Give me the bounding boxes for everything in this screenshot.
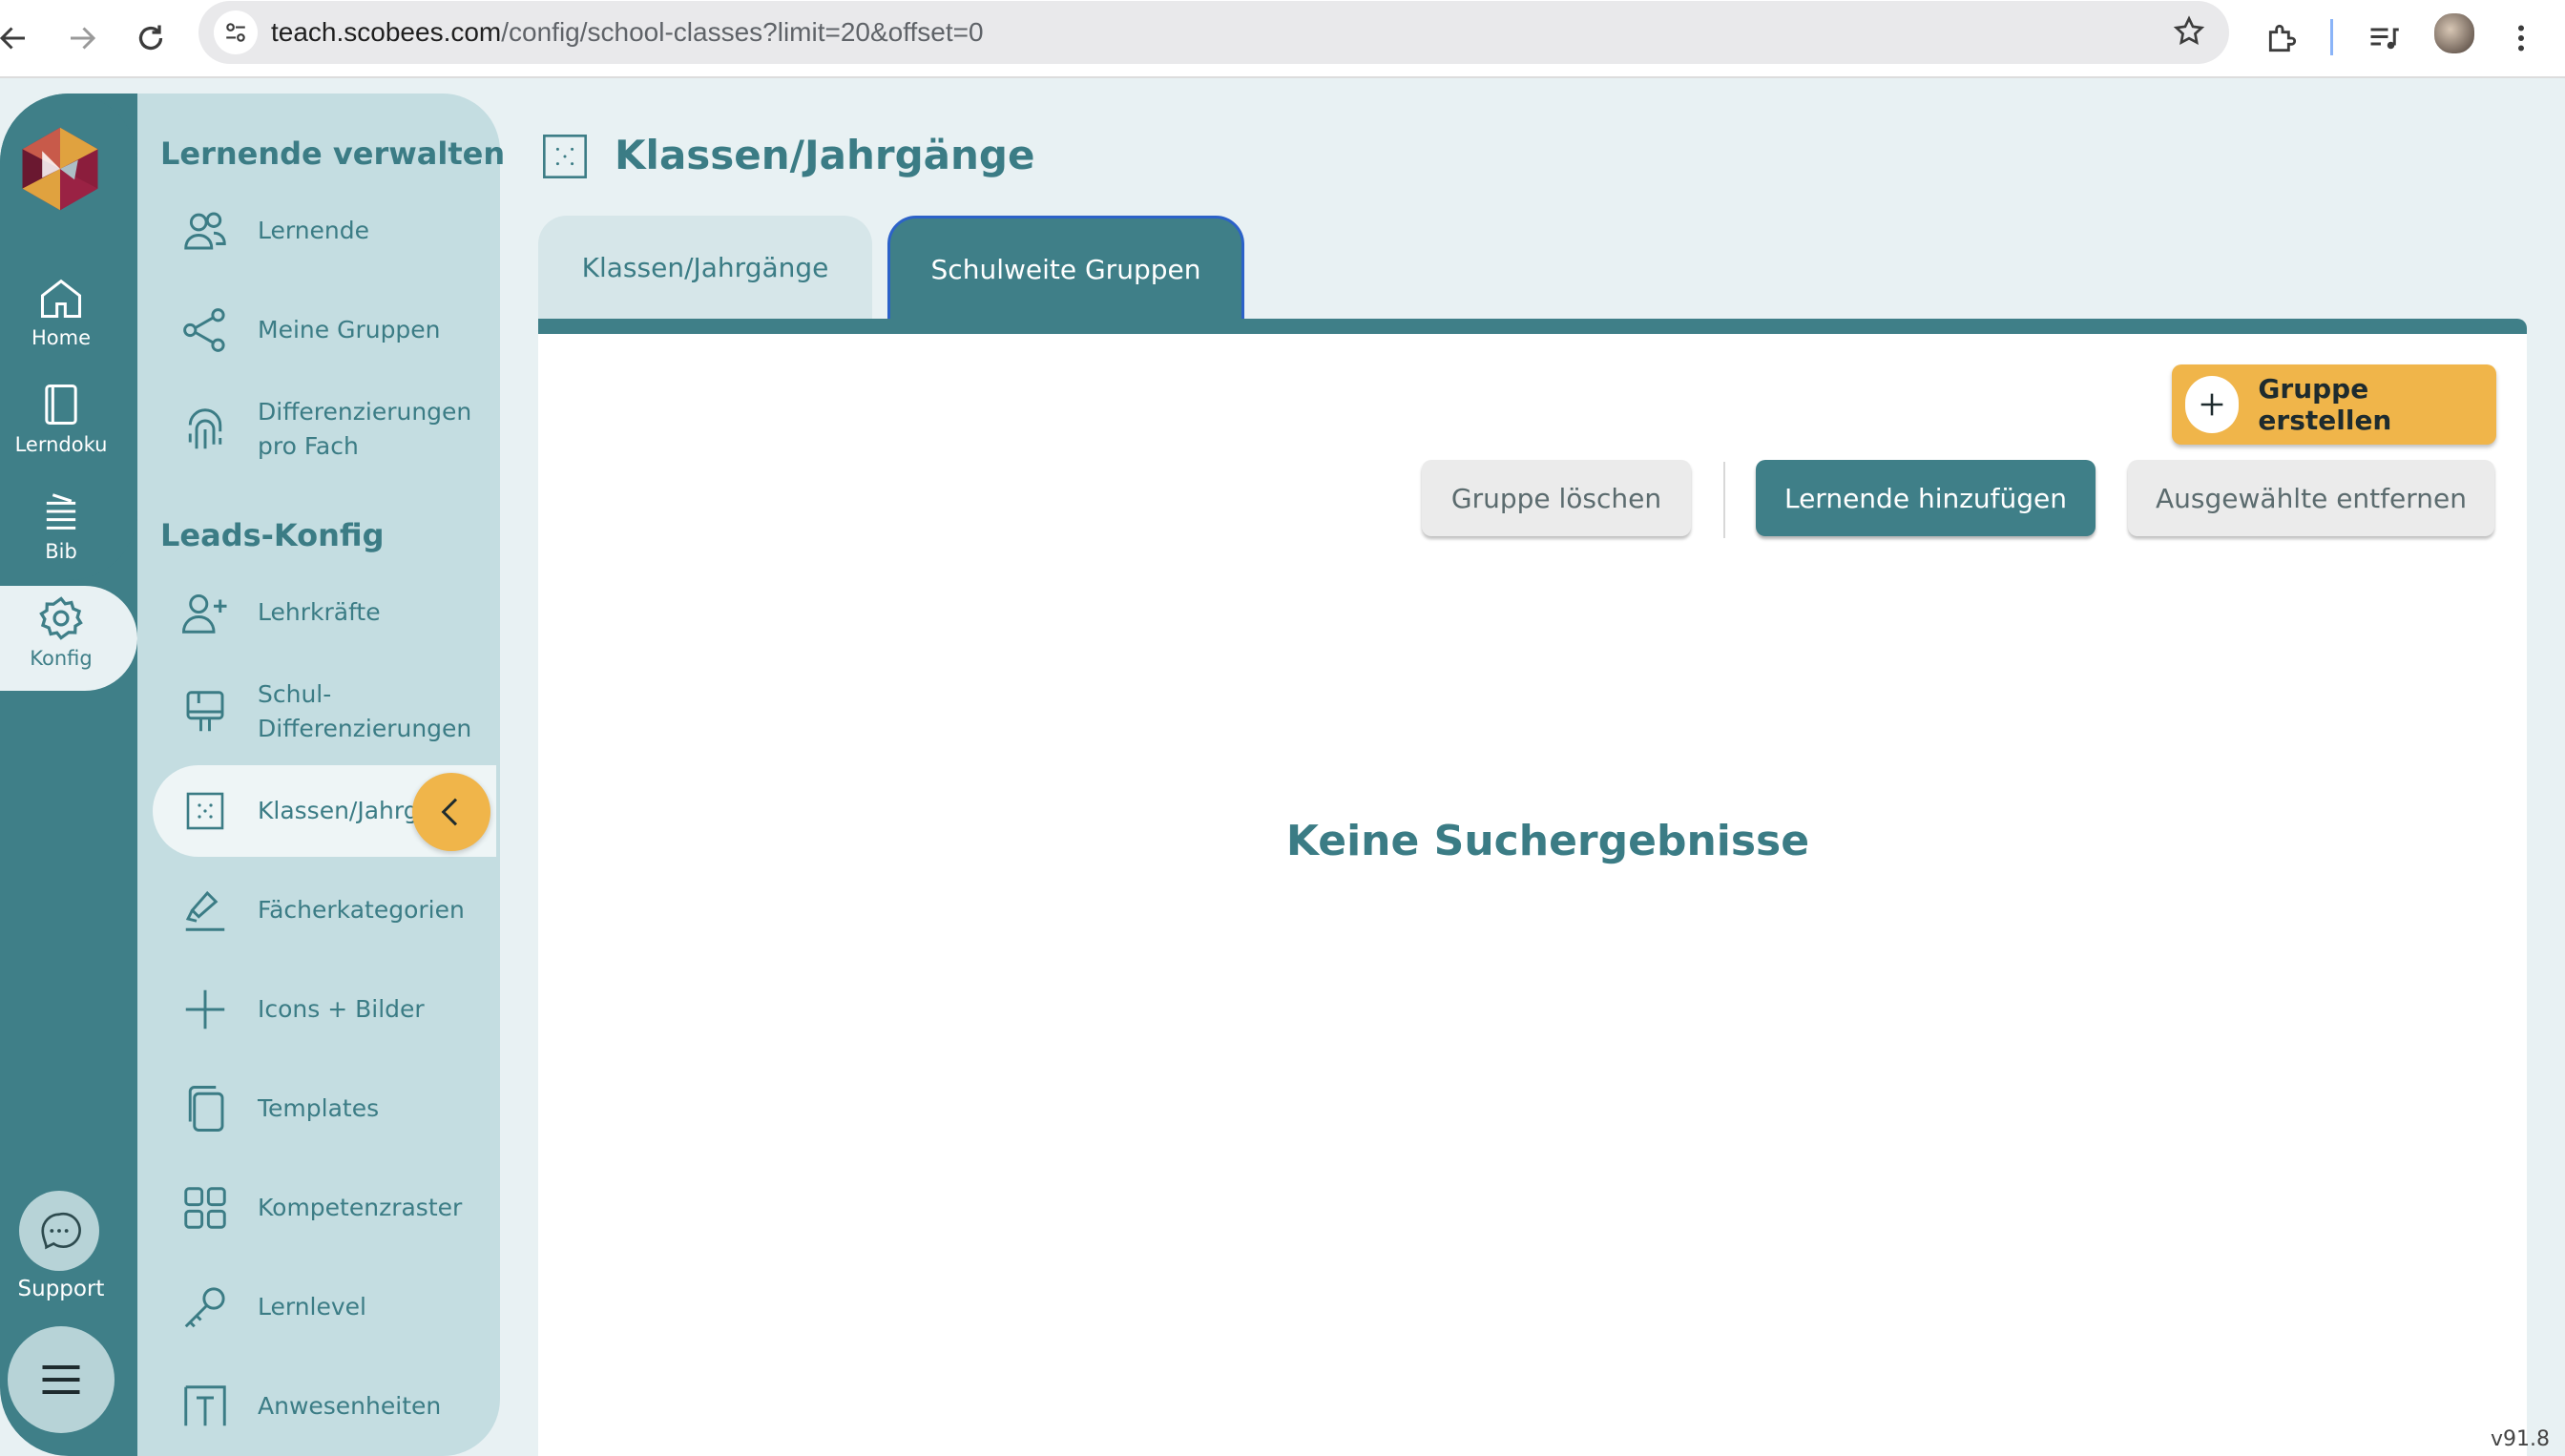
delete-group-button[interactable]: Gruppe löschen xyxy=(1422,460,1691,536)
puzzle-icon xyxy=(2268,24,2297,52)
version-label: v91.8 xyxy=(2491,1427,2551,1451)
sidebar-item-label: Meine Gruppen xyxy=(258,316,441,343)
home-icon xyxy=(40,279,82,319)
sidebar-item-lernende[interactable]: Lernende xyxy=(153,185,496,277)
collapse-sidebar-button[interactable] xyxy=(412,773,490,851)
rail-item-label: Home xyxy=(31,326,91,349)
sidebar-item-label: Lernlevel xyxy=(258,1293,367,1321)
sidebar-item-label: Fächerkategorien xyxy=(258,896,465,924)
book-icon xyxy=(45,384,77,426)
sidebar-item-lehrkraefte[interactable]: Lehrkräfte xyxy=(153,567,496,658)
rail-item-label: Konfig xyxy=(30,647,93,670)
dotted-square-icon xyxy=(186,792,224,830)
rail-item-label: Bib xyxy=(45,540,77,563)
chat-bubble-icon xyxy=(41,1212,81,1250)
sidebar-item-anwesenheiten[interactable]: Anwesenheiten xyxy=(153,1361,496,1452)
pen-icon xyxy=(185,890,225,931)
bookmark-button[interactable] xyxy=(2172,14,2206,49)
sidebar-item-schul-differenzierungen[interactable]: Schul- Differenzierungen xyxy=(153,666,496,758)
sidebar-item-label: Lehrkräfte xyxy=(258,598,381,626)
sidebar-item-label: Schul- Differenzierungen xyxy=(258,677,471,746)
sidebar-item-label: Icons + Bilder xyxy=(258,995,425,1023)
site-info-button[interactable] xyxy=(214,10,258,54)
plus-icon xyxy=(185,989,225,1030)
key-icon xyxy=(184,1287,225,1328)
rail-item-bib[interactable]: Bib xyxy=(0,487,122,563)
back-button[interactable] xyxy=(0,15,36,61)
empty-state-message: Keine Suchergebnisse xyxy=(1285,817,1810,865)
url-path: /config/school-classes?limit=20&offset=0 xyxy=(501,17,984,47)
share-icon xyxy=(183,308,225,352)
label-line: Differenzierungen xyxy=(258,715,472,742)
tab-schulweite-gruppen[interactable]: Schulweite Gruppen xyxy=(887,216,1244,322)
browser-toolbar: teach.scobees.com/config/school-classes?… xyxy=(0,0,2565,78)
section-title-lernende: Lernende verwalten xyxy=(160,135,506,172)
url-host: teach.scobees.com xyxy=(271,17,502,47)
rail-item-home[interactable]: Home xyxy=(0,273,122,349)
more-vertical-icon xyxy=(2518,25,2524,52)
create-group-button[interactable]: Gruppe erstellen xyxy=(2172,364,2496,445)
extensions-button[interactable] xyxy=(2260,15,2305,61)
sidebar-item-differenzierungen-pro-fach[interactable]: Differenzierungen pro Fach xyxy=(153,384,496,475)
reload-icon xyxy=(138,25,163,51)
label-line: Schul- xyxy=(258,680,332,708)
sidebar-item-label: Differenzierungen pro Fach xyxy=(258,395,471,464)
sidebar-item-faecherkategorien[interactable]: Fächerkategorien xyxy=(153,864,496,956)
tune-icon xyxy=(226,23,245,42)
toolbar-divider xyxy=(2330,19,2333,55)
door-icon xyxy=(184,1385,226,1426)
support-label: Support xyxy=(17,1277,105,1301)
sidebar-item-label: Templates xyxy=(258,1094,380,1122)
star-icon xyxy=(2173,15,2205,46)
section-title-leads-konfig: Leads-Konfig xyxy=(160,517,385,553)
fingerprint-icon xyxy=(188,408,222,449)
hamburger-icon xyxy=(42,1365,80,1394)
sidebar-item-kompetenzraster[interactable]: Kompetenzraster xyxy=(153,1162,496,1254)
page-title: Klassen/Jahrgänge xyxy=(615,132,1035,178)
label-line: pro Fach xyxy=(258,432,359,460)
sidebar-item-label: Kompetenzraster xyxy=(258,1194,463,1221)
sidebar-item-templates[interactable]: Templates xyxy=(153,1063,496,1154)
forward-button[interactable] xyxy=(59,15,105,61)
chevron-left-icon xyxy=(441,798,458,826)
sidebar-item-label: Lernende xyxy=(258,217,370,244)
address-bar[interactable]: teach.scobees.com/config/school-classes?… xyxy=(198,1,2229,64)
copy-icon xyxy=(188,1086,224,1132)
sidebar-item-icons-bilder[interactable]: Icons + Bilder xyxy=(153,964,496,1055)
board-icon xyxy=(186,691,224,732)
url-text: teach.scobees.com/config/school-classes?… xyxy=(271,17,984,48)
rail-item-label: Lerndoku xyxy=(14,433,108,456)
rail-item-lerndoku[interactable]: Lerndoku xyxy=(0,380,122,456)
arrow-left-icon xyxy=(0,27,25,50)
sidebar-item-label: Anwesenheiten xyxy=(258,1392,442,1420)
tab-underline xyxy=(538,319,2527,334)
gear-icon xyxy=(39,596,83,640)
media-button[interactable] xyxy=(2361,15,2407,61)
create-group-label: Gruppe erstellen xyxy=(2258,373,2392,436)
profile-avatar[interactable] xyxy=(2432,11,2476,55)
playlist-icon xyxy=(2370,28,2399,50)
rail-item-konfig[interactable]: Konfig xyxy=(0,593,122,670)
user-plus-icon xyxy=(182,593,227,634)
page-title-icon xyxy=(543,135,587,178)
users-icon xyxy=(184,212,226,250)
grid-icon xyxy=(184,1187,226,1229)
support-button[interactable] xyxy=(19,1191,99,1271)
main-menu-button[interactable] xyxy=(8,1326,115,1433)
tab-klassen-jahrgaenge[interactable]: Klassen/Jahrgänge xyxy=(538,216,872,319)
sidebar-item-label: Klassen/Jahrgänge xyxy=(258,797,420,824)
library-icon xyxy=(46,493,76,530)
sidebar-item-lernlevel[interactable]: Lernlevel xyxy=(153,1261,496,1353)
remove-selected-button[interactable]: Ausgewählte entfernen xyxy=(2128,460,2494,536)
plus-circle xyxy=(2185,376,2240,433)
button-divider xyxy=(1723,462,1725,538)
arrow-right-icon xyxy=(71,27,96,50)
label-line: Differenzierungen xyxy=(258,398,472,426)
sidebar-item-meine-gruppen[interactable]: Meine Gruppen xyxy=(153,284,496,376)
plus-icon xyxy=(2200,393,2223,416)
app-logo[interactable] xyxy=(15,124,105,214)
reload-button[interactable] xyxy=(128,15,174,61)
browser-menu-button[interactable] xyxy=(2498,15,2544,61)
add-learners-button[interactable]: Lernende hinzufügen xyxy=(1756,460,2096,536)
